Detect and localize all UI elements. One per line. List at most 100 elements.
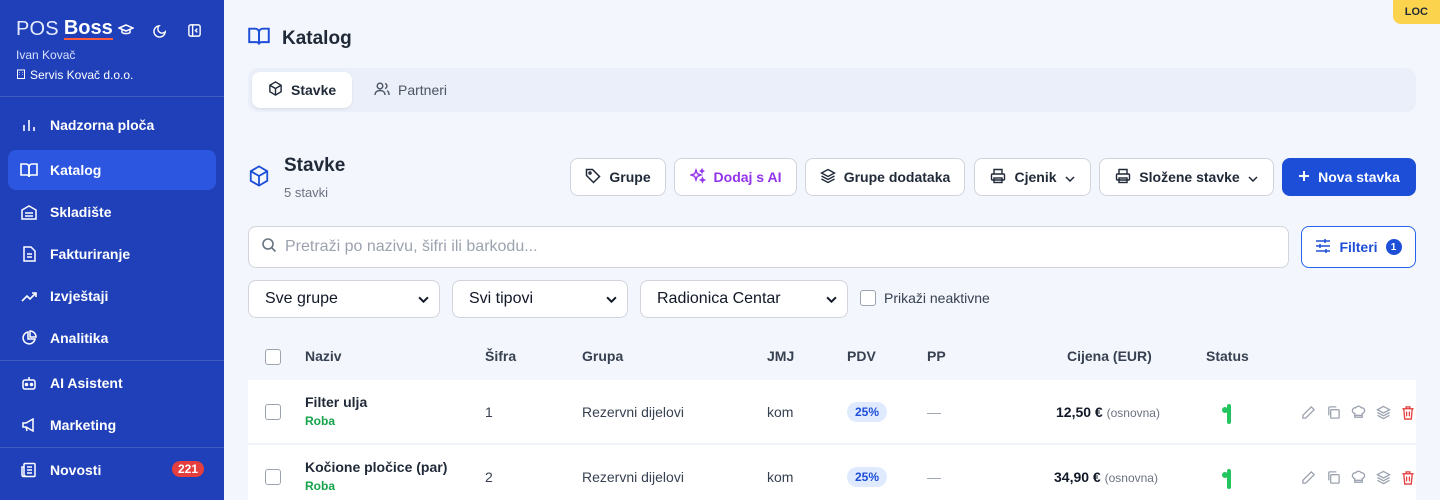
sidebar-item-novosti[interactable]: Novosti 221	[8, 450, 216, 490]
row-checkbox[interactable]	[265, 404, 281, 420]
trending-icon	[20, 287, 38, 305]
sliders-icon	[1315, 238, 1331, 256]
item-code: 2	[485, 469, 493, 485]
sidebar-item-izvjestaji[interactable]: Izvještaji	[8, 276, 216, 316]
chef-hat-icon[interactable]	[1350, 404, 1366, 420]
groups-button[interactable]: Grupe	[570, 158, 666, 196]
pricelist-dropdown[interactable]: Cjenik	[974, 158, 1091, 196]
book-icon	[20, 161, 38, 179]
warehouse-icon	[20, 203, 38, 221]
group-select-value: Sve grupe	[265, 290, 338, 307]
sidebar-item-marketing[interactable]: Marketing	[8, 405, 216, 445]
trash-icon[interactable]	[1400, 404, 1416, 420]
status-toggle[interactable]	[1227, 469, 1231, 489]
chevron-down-icon	[418, 290, 429, 308]
vat-badge: 25%	[847, 467, 888, 487]
sidebar-item-label: Marketing	[50, 417, 117, 433]
chevron-down-icon	[1248, 169, 1258, 185]
price-note: (osnovna)	[1106, 406, 1160, 420]
book-icon	[248, 26, 270, 51]
item-name[interactable]: Filter ulja	[305, 394, 367, 410]
location-select[interactable]: Radionica Centar	[640, 280, 848, 318]
trash-icon[interactable]	[1400, 469, 1416, 485]
show-inactive-checkbox[interactable]	[860, 290, 876, 306]
addon-groups-button[interactable]: Grupe dodataka	[805, 158, 965, 196]
sidebar-divider	[0, 447, 224, 448]
chevron-down-icon	[826, 290, 837, 308]
edit-icon[interactable]	[1300, 469, 1316, 485]
graduation-cap-icon[interactable]	[116, 20, 136, 40]
sidebar: POS Boss Ivan Kovač Servis Kovač d.o.o. …	[0, 0, 224, 500]
add-with-ai-button[interactable]: Dodaj s AI	[674, 158, 797, 196]
layers-icon[interactable]	[1375, 404, 1391, 420]
page-title: Katalog	[282, 27, 352, 49]
item-type: Roba	[305, 414, 335, 428]
plus-icon	[1298, 169, 1310, 185]
composite-items-label: Složene stavke	[1139, 169, 1240, 185]
sidebar-item-label: AI Asistent	[50, 375, 123, 391]
sidebar-item-dashboard[interactable]: Nadzorna ploča	[8, 105, 216, 145]
tab-partneri[interactable]: Partneri	[358, 72, 463, 108]
layers-icon[interactable]	[1375, 469, 1391, 485]
status-toggle[interactable]	[1227, 404, 1231, 424]
column-header-pp[interactable]: PP	[927, 348, 946, 364]
sidebar-item-ai-asistent[interactable]: AI Asistent	[8, 363, 216, 403]
item-name[interactable]: Kočione pločice (par)	[305, 459, 447, 475]
news-count-badge: 221	[171, 461, 204, 477]
column-header-group[interactable]: Grupa	[582, 348, 623, 364]
search-input[interactable]	[285, 238, 1265, 256]
sidebar-item-fakturiranje[interactable]: Fakturiranje	[8, 234, 216, 274]
chef-hat-icon[interactable]	[1350, 469, 1366, 485]
new-item-button[interactable]: Nova stavka	[1282, 158, 1416, 196]
printer-icon	[990, 168, 1006, 187]
chevron-down-icon	[606, 290, 617, 308]
active-filter-count: 1	[1385, 239, 1402, 255]
sidebar-top-icons	[116, 20, 204, 40]
users-icon	[374, 82, 390, 99]
select-all-checkbox[interactable]	[265, 349, 281, 365]
column-header-price[interactable]: Cijena (EUR)	[1067, 348, 1152, 364]
copy-icon[interactable]	[1325, 404, 1341, 420]
sparkles-icon	[688, 167, 706, 187]
column-header-code[interactable]: Šifra	[485, 348, 516, 364]
vat-badge: 25%	[847, 402, 888, 422]
tab-label: Stavke	[291, 82, 337, 98]
brand-logo[interactable]: POS Boss	[16, 16, 113, 42]
pricelist-label: Cjenik	[1014, 169, 1057, 185]
sidebar-divider	[0, 96, 224, 97]
edit-icon[interactable]	[1300, 404, 1316, 420]
item-unit: kom	[767, 469, 794, 485]
environment-badge: LOC	[1392, 0, 1440, 24]
table-header: Naziv Šifra Grupa JMJ PDV PP Cijena (EUR…	[248, 348, 1416, 366]
sidebar-item-analitika[interactable]: Analitika	[8, 318, 216, 358]
column-header-vat[interactable]: PDV	[847, 348, 876, 364]
table-row[interactable]: Filter ulja Roba 1 Rezervni dijelovi kom…	[248, 380, 1416, 444]
type-select[interactable]: Svi tipovi	[452, 280, 628, 318]
moon-icon[interactable]	[150, 20, 170, 40]
column-header-status[interactable]: Status	[1206, 348, 1249, 364]
tab-stavke[interactable]: Stavke	[252, 72, 353, 108]
page-header: Katalog	[248, 26, 352, 51]
sidebar-item-label: Skladište	[50, 204, 112, 220]
item-name-cell: Kočione pločice (par) Roba	[305, 459, 447, 493]
chevron-down-icon	[1064, 169, 1075, 185]
price-note: (osnovna)	[1104, 471, 1158, 485]
table-row[interactable]: Kočione pločice (par) Roba 2 Rezervni di…	[248, 445, 1416, 500]
row-checkbox[interactable]	[265, 469, 281, 485]
sidebar-item-label: Katalog	[50, 162, 102, 178]
chart-bars-icon	[20, 116, 38, 134]
brand-boss-text: Boss	[63, 17, 113, 40]
section-header: Stavke 5 stavki	[248, 155, 345, 200]
column-header-unit[interactable]: JMJ	[767, 348, 794, 364]
column-header-name[interactable]: Naziv	[305, 348, 342, 364]
filters-button[interactable]: Filteri 1	[1301, 226, 1416, 268]
copy-icon[interactable]	[1325, 469, 1341, 485]
sidebar-item-skladiste[interactable]: Skladište	[8, 192, 216, 232]
sidebar-item-katalog[interactable]: Katalog	[8, 150, 216, 190]
item-pp: —	[927, 469, 941, 485]
collapse-sidebar-icon[interactable]	[184, 20, 204, 40]
layers-icon	[819, 168, 836, 187]
composite-items-dropdown[interactable]: Složene stavke	[1099, 158, 1274, 196]
tag-icon	[585, 168, 601, 187]
group-select[interactable]: Sve grupe	[248, 280, 440, 318]
